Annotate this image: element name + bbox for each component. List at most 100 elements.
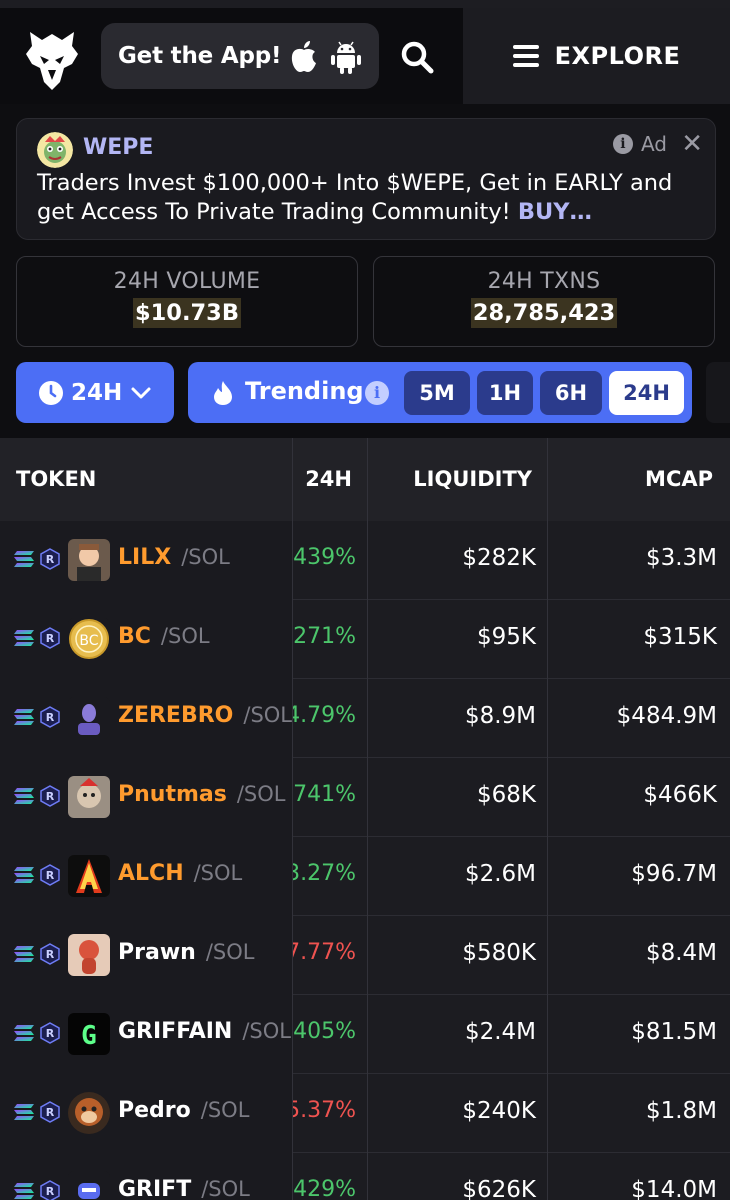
mcap-value: $1.8M	[645, 1098, 717, 1124]
token-cell[interactable]: R Pnutmas/SOL	[0, 758, 292, 837]
segment-6h[interactable]: 6H	[540, 371, 602, 415]
svg-text:R: R	[46, 1106, 55, 1119]
solana-chain-icon	[12, 943, 36, 965]
token-cell[interactable]: R G GRIFFAIN/SOL	[0, 995, 292, 1074]
solana-chain-icon	[12, 548, 36, 570]
token-symbol-text: ALCH	[118, 861, 184, 886]
apple-icon[interactable]	[288, 39, 320, 73]
android-icon[interactable]	[329, 40, 363, 74]
raydium-dex-icon: R	[39, 943, 61, 965]
sponsored-ad[interactable]: WEPE i Ad ✕ Traders Invest $100,000+ Int…	[16, 118, 716, 240]
token-cell[interactable]: R Prawn/SOL	[0, 916, 292, 995]
price-change: 429%	[293, 1177, 356, 1200]
info-icon: i	[612, 134, 633, 154]
mcap-value: $81.5M	[631, 1019, 717, 1045]
ad-token-avatar	[37, 132, 73, 168]
token-avatar	[68, 776, 110, 818]
solana-chain-icon	[12, 706, 36, 728]
token-pair: /SOL	[201, 1177, 250, 1200]
mcap-value: $3.3M	[645, 545, 717, 571]
token-cell[interactable]: R Pedro/SOL	[0, 1074, 292, 1153]
token-avatar	[68, 855, 110, 897]
close-icon[interactable]: ✕	[681, 129, 703, 159]
table-row[interactable]: R BC BC/SOL 271% $95K $315K	[0, 600, 730, 679]
price-change: 405%	[293, 1019, 356, 1044]
get-app-button[interactable]: Get the App!	[101, 23, 379, 89]
segment-1h[interactable]: 1H	[477, 371, 533, 415]
liquidity-value: $580K	[462, 940, 536, 966]
liquidity-value: $2.6M	[464, 861, 536, 887]
token-cell[interactable]: R GRIFT/SOL	[0, 1153, 292, 1200]
price-change: ,741%	[292, 782, 356, 807]
token-cell[interactable]: R ALCH/SOL	[0, 837, 292, 916]
table-row[interactable]: R ALCH/SOL 3.27% $2.6M $96.7M	[0, 837, 730, 916]
table-row[interactable]: R Pnutmas/SOL ,741% $68K $466K	[0, 758, 730, 837]
table-row[interactable]: R G GRIFFAIN/SOL 405% $2.4M $81.5M	[0, 995, 730, 1074]
token-cell[interactable]: R LILX/SOL	[0, 521, 292, 600]
token-avatar	[68, 1171, 110, 1200]
ad-text[interactable]: Traders Invest $100,000+ Into $WEPE, Get…	[37, 169, 707, 227]
txns-value: 28,785,423	[470, 298, 618, 328]
solana-chain-icon	[12, 864, 36, 886]
svg-text:R: R	[46, 553, 55, 566]
liquidity-value: $282K	[462, 545, 536, 571]
token-symbol-text: Pedro	[118, 1098, 191, 1123]
liquidity-value: $240K	[462, 1098, 536, 1124]
token-cell[interactable]: R BC BC/SOL	[0, 600, 292, 679]
raydium-dex-icon: R	[39, 785, 61, 807]
table-row[interactable]: R Pedro/SOL 5.37% $240K $1.8M	[0, 1074, 730, 1153]
token-pair: /SOL	[243, 703, 292, 727]
segment-24h[interactable]: 24H	[609, 371, 684, 415]
info-icon[interactable]: i	[365, 381, 389, 405]
token-pair: /SOL	[193, 861, 243, 885]
ad-token-name[interactable]: WEPE	[83, 135, 153, 160]
change-cell: 7.77%	[292, 916, 367, 995]
token-pair: /SOL	[181, 545, 230, 569]
column-divider	[547, 438, 548, 1200]
raydium-dex-icon: R	[39, 1180, 61, 1200]
column-divider	[367, 438, 368, 1200]
table-row[interactable]: R LILX/SOL 439% $282K $3.3M	[0, 521, 730, 600]
svg-text:R: R	[46, 948, 55, 961]
change-cell: 271%	[292, 600, 367, 679]
segment-5m[interactable]: 5M	[404, 371, 470, 415]
token-pair: /SOL	[205, 940, 255, 964]
header-24h[interactable]: 24H	[292, 438, 352, 521]
liquidity-value: $68K	[477, 782, 536, 808]
search-icon[interactable]	[398, 38, 436, 76]
logo-eagle-icon[interactable]	[22, 30, 82, 92]
header-liquidity[interactable]: LIQUIDITY	[367, 438, 532, 521]
ad-cta-link[interactable]: BUY…	[518, 199, 592, 225]
change-cell: 3.27%	[292, 837, 367, 916]
header-mcap[interactable]: MCAP	[548, 438, 713, 521]
explore-button[interactable]: EXPLORE	[463, 8, 730, 104]
raydium-dex-icon: R	[39, 1022, 61, 1044]
table-row[interactable]: R Prawn/SOL 7.77% $580K $8.4M	[0, 916, 730, 995]
column-divider	[292, 438, 293, 1200]
token-symbol: LILX/SOL	[118, 545, 230, 570]
table-row[interactable]: R ZEREBRO/SOL 4.79% $8.9M $484.9M	[0, 679, 730, 758]
token-table: TOKEN 24H LIQUIDITY MCAP R LILX/SOL 439% $2…	[0, 438, 730, 1200]
token-symbol-text: GRIFFAIN	[118, 1019, 233, 1044]
svg-text:R: R	[46, 790, 55, 803]
change-cell: 439%	[292, 521, 367, 600]
token-symbol: Pedro/SOL	[118, 1098, 249, 1123]
more-filters-edge[interactable]	[706, 362, 730, 423]
chevron-down-icon	[131, 387, 151, 398]
period-dropdown[interactable]: 24H	[16, 362, 174, 423]
trending-label: Trending	[245, 377, 364, 405]
change-cell: 5.37%	[292, 1074, 367, 1153]
trending-filter[interactable]: Trending i 5M 1H 6H 24H	[188, 362, 692, 423]
token-avatar	[68, 697, 110, 739]
token-cell[interactable]: R ZEREBRO/SOL	[0, 679, 292, 758]
txns-stat-card: 24H TXNS 28,785,423	[373, 256, 715, 347]
raydium-dex-icon: R	[39, 627, 61, 649]
ad-badge[interactable]: i Ad	[612, 132, 667, 156]
header-token[interactable]: TOKEN	[16, 438, 96, 521]
volume-label: 24H VOLUME	[113, 269, 261, 294]
table-row[interactable]: R GRIFT/SOL 429% $626K $14.0M	[0, 1153, 730, 1200]
svg-text:R: R	[46, 632, 55, 645]
ad-badge-label: Ad	[640, 132, 667, 156]
token-symbol-text: Prawn	[118, 940, 196, 965]
explore-label: EXPLORE	[554, 42, 681, 70]
